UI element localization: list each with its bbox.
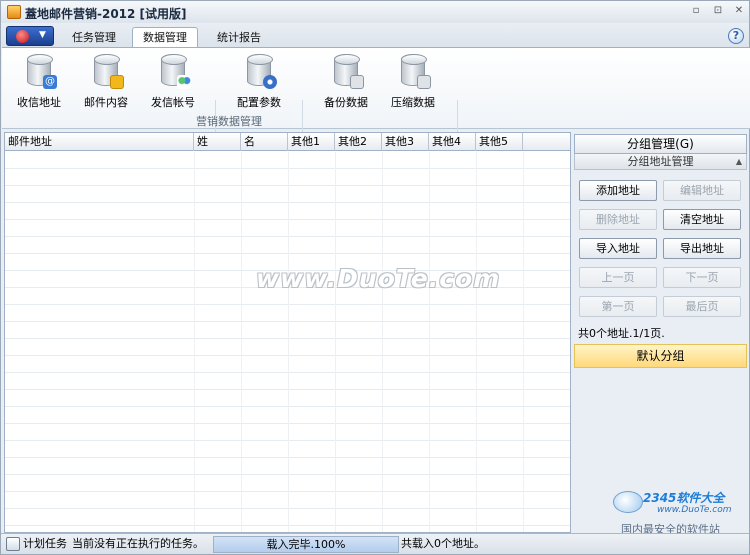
prev-page-button[interactable]: 上一页 — [579, 267, 657, 288]
watermark: www.DuoTe.com — [256, 264, 501, 293]
column-other2[interactable]: 其他2 — [335, 133, 382, 151]
column-other1[interactable]: 其他1 — [288, 133, 335, 151]
tab-task-management[interactable]: 任务管理 — [61, 27, 127, 47]
address-grid[interactable]: 邮件地址 姓 名 其他1 其他2 其他3 其他4 其他5 — [4, 132, 571, 533]
last-page-button[interactable]: 最后页 — [663, 296, 741, 317]
current-task-status: 当前没有正在执行的任务。 — [72, 537, 204, 550]
app-menu-button[interactable]: ▼ — [6, 26, 54, 46]
column-other3[interactable]: 其他3 — [382, 133, 429, 151]
receive-address-button[interactable]: @ 收信地址 — [8, 52, 70, 114]
ribbon-group-label: 营销数据管理 — [196, 115, 262, 128]
tab-data-management[interactable]: 数据管理 — [132, 27, 198, 48]
2345-logo: 2345软件大全 www.DuoTe.com 国内最安全的软件站 — [613, 485, 749, 536]
loaded-count: 共载入0个地址。 — [401, 537, 485, 550]
first-page-button[interactable]: 第一页 — [579, 296, 657, 317]
clear-address-button[interactable]: 清空地址 — [663, 209, 741, 230]
title-bar: 蓋地邮件营销-2012 [试用版] ▫ ⊡ ✕ — [1, 1, 749, 23]
window-title: 蓋地邮件营销-2012 [试用版] — [25, 7, 187, 21]
column-email[interactable]: 邮件地址 — [5, 133, 194, 151]
users-icon — [177, 75, 191, 89]
maximize-button[interactable]: ⊡ — [711, 5, 725, 17]
config-params-button[interactable]: 配置参数 — [228, 52, 290, 114]
minimize-button[interactable]: ▫ — [689, 5, 703, 17]
app-menu-icon — [16, 30, 29, 43]
collapse-icon[interactable]: ▲ — [736, 154, 742, 169]
load-progress-bar: 载入完毕.100% — [213, 536, 399, 553]
help-icon[interactable]: ? — [728, 28, 744, 44]
compress-data-button[interactable]: 压缩数据 — [382, 52, 444, 114]
column-other5[interactable]: 其他5 — [476, 133, 523, 151]
logo-brand: 2345软件大全 — [643, 491, 725, 505]
delete-address-button[interactable]: 删除地址 — [579, 209, 657, 230]
mail-content-button[interactable]: 邮件内容 — [75, 52, 137, 114]
mail-icon — [110, 75, 124, 89]
column-surname[interactable]: 姓 — [194, 133, 241, 151]
backup-icon — [350, 75, 364, 89]
schedule-icon — [6, 537, 20, 551]
next-page-button[interactable]: 下一页 — [663, 267, 741, 288]
mascot-icon — [613, 491, 643, 513]
default-group-item[interactable]: 默认分组 — [574, 344, 747, 368]
logo-url: www.DuoTe.com — [657, 505, 732, 515]
backup-data-button[interactable]: 备份数据 — [315, 52, 377, 114]
edit-address-button[interactable]: 编辑地址 — [663, 180, 741, 201]
app-icon — [7, 5, 21, 19]
group-management-button[interactable]: 分组管理(G) — [574, 134, 747, 154]
scheduled-task-label[interactable]: 计划任务 — [23, 536, 67, 553]
ribbon-panel: @ 收信地址 邮件内容 发信帐号 配置参数 备份数据 压缩数据 — [2, 47, 750, 172]
address-management-header[interactable]: 分组地址管理 ▲ — [574, 154, 747, 170]
export-address-button[interactable]: 导出地址 — [663, 238, 741, 259]
compress-icon — [417, 75, 431, 89]
close-button[interactable]: ✕ — [732, 5, 746, 17]
at-icon: @ — [43, 75, 57, 89]
add-address-button[interactable]: 添加地址 — [579, 180, 657, 201]
grid-header: 邮件地址 姓 名 其他1 其他2 其他3 其他4 其他5 — [5, 133, 570, 151]
column-other4[interactable]: 其他4 — [429, 133, 476, 151]
tab-statistics-report[interactable]: 统计报告 — [206, 27, 272, 47]
import-address-button[interactable]: 导入地址 — [579, 238, 657, 259]
status-bar: 计划任务 当前没有正在执行的任务。 载入完毕.100% 共载入0个地址。 — [1, 533, 749, 554]
column-given-name[interactable]: 名 — [241, 133, 288, 151]
app-window: 蓋地邮件营销-2012 [试用版] ▫ ⊡ ✕ ▼ 任务管理 数据管理 统计报告… — [0, 0, 750, 555]
chevron-down-icon: ▼ — [39, 30, 46, 40]
sender-account-button[interactable]: 发信帐号 — [142, 52, 204, 114]
gear-icon — [263, 75, 277, 89]
address-count: 共0个地址.1/1页. — [578, 327, 665, 340]
group-panel: 分组管理(G) 分组地址管理 ▲ 添加地址 编辑地址 删除地址 清空地址 导入地… — [574, 132, 748, 533]
